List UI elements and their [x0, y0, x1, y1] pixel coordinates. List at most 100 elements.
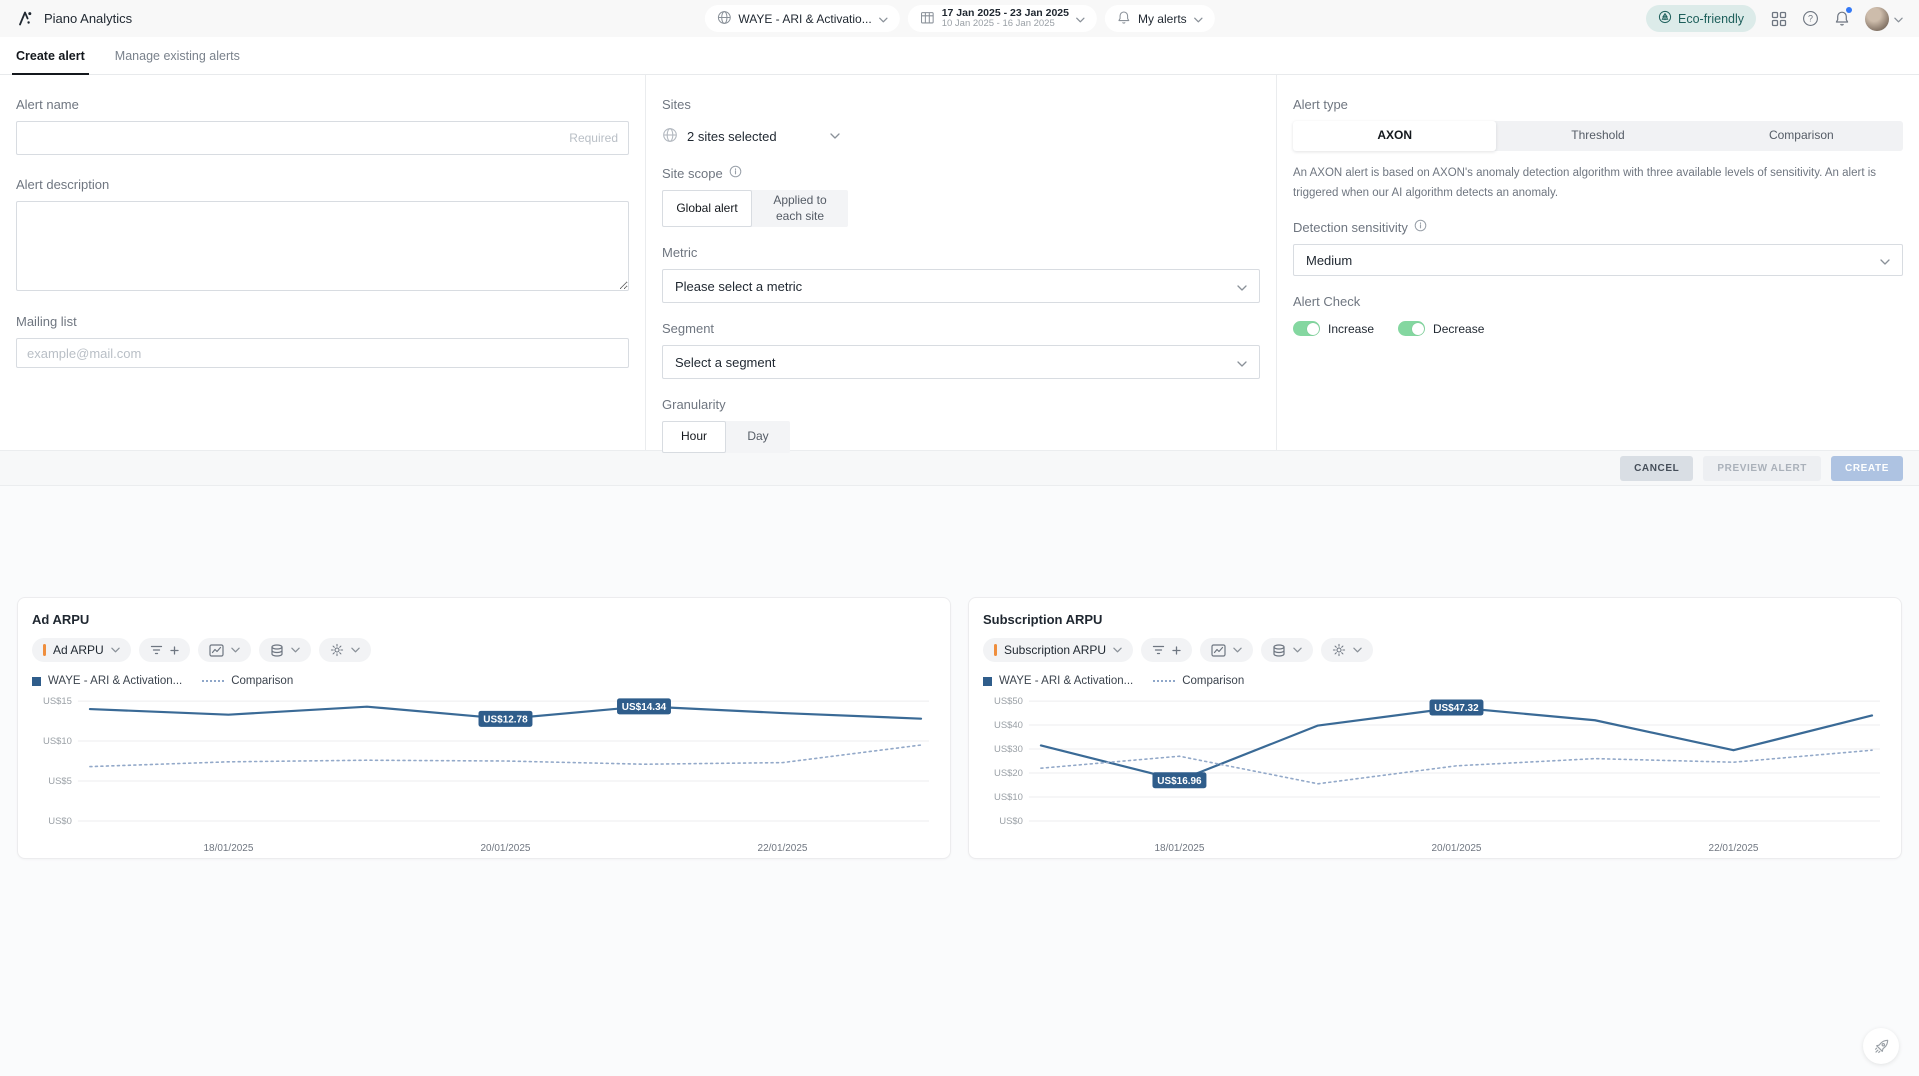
- data-source-selector[interactable]: [259, 638, 311, 662]
- cancel-button[interactable]: CANCEL: [1620, 456, 1693, 481]
- alert-description-input[interactable]: [16, 201, 629, 291]
- metric-select[interactable]: Please select a metric: [662, 269, 1260, 303]
- gear-icon: [330, 643, 344, 657]
- bell-icon: [1117, 10, 1131, 28]
- settings-selector[interactable]: [319, 638, 371, 662]
- site-scope-global-alert[interactable]: Global alert: [662, 190, 752, 227]
- avatar: [1865, 7, 1889, 31]
- chevron-down-icon: [879, 12, 888, 26]
- alert-type-segmented: AXON Threshold Comparison: [1293, 121, 1903, 151]
- alert-type-label: Alert type: [1293, 97, 1903, 112]
- sites-label: Sites: [662, 97, 1260, 112]
- decrease-toggle[interactable]: Decrease: [1398, 321, 1484, 336]
- toggle-switch-on[interactable]: [1398, 321, 1425, 336]
- my-alerts-menu[interactable]: My alerts: [1105, 5, 1215, 32]
- alert-type-axon[interactable]: AXON: [1293, 121, 1496, 151]
- segment-select[interactable]: Select a segment: [662, 345, 1260, 379]
- eco-friendly-badge[interactable]: Eco-friendly: [1646, 5, 1756, 32]
- database-icon: [1272, 644, 1286, 657]
- data-source-selector[interactable]: [1261, 638, 1313, 662]
- alert-type-threshold[interactable]: Threshold: [1496, 121, 1699, 151]
- metric-chip[interactable]: Ad ARPU: [32, 638, 131, 662]
- detection-sensitivity-select[interactable]: Medium: [1293, 244, 1903, 276]
- alert-name-label: Alert name: [16, 97, 629, 112]
- apps-grid-icon[interactable]: [1771, 11, 1787, 27]
- svg-text:18/01/2025: 18/01/2025: [1154, 843, 1204, 854]
- chevron-down-icon: [1194, 12, 1203, 26]
- svg-text:US$15: US$15: [43, 696, 72, 707]
- mailing-list-input[interactable]: [16, 338, 629, 368]
- tab-manage-existing-alerts[interactable]: Manage existing alerts: [115, 37, 240, 74]
- settings-selector[interactable]: [1321, 638, 1373, 662]
- site-selector[interactable]: WAYE - ARI & Activatio...: [704, 5, 899, 32]
- alert-name-input[interactable]: [16, 121, 629, 155]
- info-icon[interactable]: [729, 165, 742, 181]
- legend-item: Comparison: [1153, 675, 1244, 687]
- series-swatch: [983, 677, 992, 686]
- help-icon[interactable]: ?: [1802, 10, 1819, 27]
- site-scope-segmented: Global alert Applied to each site: [662, 190, 848, 227]
- alert-type-comparison[interactable]: Comparison: [1700, 121, 1903, 151]
- dotted-line-swatch: [202, 680, 224, 682]
- calendar-icon: [920, 10, 935, 28]
- sites-selector[interactable]: 2 sites selected: [662, 121, 1260, 151]
- granularity-label: Granularity: [662, 397, 1260, 412]
- legend-item: WAYE - ARI & Activation...: [983, 675, 1133, 687]
- notifications-bell-icon[interactable]: [1834, 10, 1850, 27]
- chart-title: Subscription ARPU: [983, 612, 1887, 627]
- chart-title: Ad ARPU: [32, 612, 936, 627]
- chevron-down-icon: [111, 647, 120, 653]
- metric-chip-label: Subscription ARPU: [1004, 643, 1106, 657]
- globe-icon: [716, 10, 731, 28]
- legend-item: Comparison: [202, 675, 293, 687]
- dotted-line-swatch: [1153, 680, 1175, 682]
- svg-text:20/01/2025: 20/01/2025: [481, 843, 531, 854]
- preview-alert-button[interactable]: PREVIEW ALERT: [1703, 456, 1821, 481]
- chart-card: Subscription ARPU Subscription ARPU WAYE -…: [968, 597, 1902, 859]
- filter-button[interactable]: [1141, 638, 1192, 662]
- chevron-down-icon: [1293, 647, 1302, 653]
- chevron-down-icon: [1894, 10, 1903, 28]
- chart-toolbar: Ad ARPU: [32, 638, 936, 662]
- svg-text:20/01/2025: 20/01/2025: [1432, 843, 1482, 854]
- plus-icon: [1172, 646, 1181, 655]
- tab-create-alert[interactable]: Create alert: [16, 37, 85, 74]
- plus-icon: [170, 646, 179, 655]
- svg-text:US$40: US$40: [994, 720, 1023, 731]
- chevron-down-icon: [1880, 253, 1890, 268]
- filter-icon: [1152, 645, 1165, 655]
- chart-type-selector[interactable]: [1200, 638, 1253, 662]
- alert-type-description: An AXON alert is based on AXON's anomaly…: [1293, 163, 1903, 203]
- create-button[interactable]: CREATE: [1831, 456, 1903, 481]
- rocket-button[interactable]: [1863, 1028, 1899, 1064]
- info-icon[interactable]: [1414, 219, 1427, 235]
- user-menu[interactable]: [1865, 7, 1903, 31]
- filter-button[interactable]: [139, 638, 190, 662]
- date-range-picker[interactable]: 17 Jan 2025 - 23 Jan 2025 10 Jan 2025 - …: [908, 5, 1097, 32]
- metric-chip-label: Ad ARPU: [53, 643, 104, 657]
- chevron-down-icon: [1233, 647, 1242, 653]
- app-title: Piano Analytics: [44, 11, 132, 26]
- granularity-hour[interactable]: Hour: [662, 421, 726, 453]
- granularity-day[interactable]: Day: [726, 421, 790, 453]
- chevron-down-icon: [1353, 647, 1362, 653]
- chevron-down-icon: [351, 647, 360, 653]
- svg-text:US$5: US$5: [48, 776, 72, 787]
- toggle-switch-on[interactable]: [1293, 321, 1320, 336]
- svg-text:US$12.78: US$12.78: [483, 714, 528, 725]
- alert-description-label: Alert description: [16, 177, 629, 192]
- svg-text:US$50: US$50: [994, 696, 1023, 707]
- metric-chip[interactable]: Subscription ARPU: [983, 638, 1133, 662]
- piano-analytics-logo: [16, 9, 35, 28]
- svg-text:US$10: US$10: [994, 792, 1023, 803]
- chart-type-selector[interactable]: [198, 638, 251, 662]
- create-alert-form: Alert name Required Alert description Ma…: [0, 75, 1919, 450]
- site-scope-applied-each-site[interactable]: Applied to each site: [752, 190, 848, 227]
- granularity-segmented: Hour Day: [662, 421, 790, 453]
- increase-toggle[interactable]: Increase: [1293, 321, 1374, 336]
- legend-item: WAYE - ARI & Activation...: [32, 675, 182, 687]
- filter-icon: [150, 645, 163, 655]
- chart-card: Ad ARPU Ad ARPU WAYE - ARI & Activation...…: [17, 597, 951, 859]
- increase-toggle-label: Increase: [1328, 322, 1374, 336]
- line-chart: US$15US$10US$5US$018/01/202520/01/202522…: [32, 689, 936, 861]
